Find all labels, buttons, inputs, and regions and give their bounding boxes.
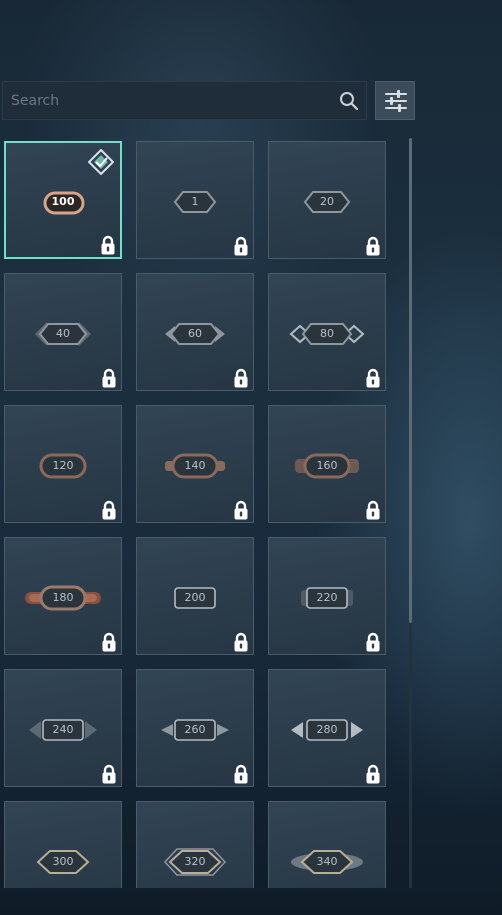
level-border-tile[interactable]: 340 — [268, 801, 386, 888]
level-border-tile[interactable]: 40 — [4, 273, 122, 391]
lock-icon — [102, 764, 116, 784]
level-border-tile[interactable]: 220 — [268, 537, 386, 655]
level-number: 300 — [52, 855, 74, 868]
level-border-tile[interactable]: 300 — [4, 801, 122, 888]
level-border-tile[interactable]: 120 — [4, 405, 122, 523]
lock-icon — [234, 500, 248, 520]
level-border-tile[interactable]: 280 — [268, 669, 386, 787]
level-border-tile[interactable]: 260 — [136, 669, 254, 787]
level-number: 260 — [184, 723, 206, 736]
search-icon[interactable] — [339, 91, 359, 111]
scrollbar-thumb[interactable] — [409, 138, 412, 623]
level-number: 280 — [316, 723, 338, 736]
lock-icon — [234, 632, 248, 652]
level-number: 340 — [316, 855, 338, 868]
lock-icon — [234, 764, 248, 784]
level-border-tile[interactable]: 100 — [4, 141, 122, 259]
lock-icon — [366, 764, 380, 784]
level-number: 120 — [52, 459, 74, 472]
equipped-icon — [88, 149, 114, 175]
filter-button[interactable] — [375, 81, 415, 120]
level-number: 40 — [56, 327, 70, 340]
scrollbar[interactable] — [409, 138, 412, 888]
level-border-tile[interactable]: 180 — [4, 537, 122, 655]
level-number: 220 — [316, 591, 338, 604]
level-number: 160 — [316, 459, 338, 472]
level-number: 20 — [320, 195, 334, 208]
search-input[interactable] — [3, 82, 323, 119]
lock-icon — [102, 500, 116, 520]
lock-icon — [366, 500, 380, 520]
level-border-tile[interactable]: 240 — [4, 669, 122, 787]
level-number: 140 — [184, 459, 206, 472]
level-number: 100 — [51, 195, 75, 208]
lock-icon — [366, 632, 380, 652]
level-number: 80 — [320, 327, 334, 340]
level-border-tile[interactable]: 1 — [136, 141, 254, 259]
level-border-tile[interactable]: 80 — [268, 273, 386, 391]
level-number: 240 — [52, 723, 74, 736]
lock-icon — [366, 368, 380, 388]
level-border-tile[interactable]: 60 — [136, 273, 254, 391]
lock-icon — [102, 632, 116, 652]
level-number: 200 — [184, 591, 206, 604]
level-number: 1 — [191, 195, 199, 208]
level-border-tile[interactable]: 140 — [136, 405, 254, 523]
level-number: 180 — [52, 591, 74, 604]
level-number: 320 — [184, 855, 206, 868]
card-grid: 100 1 20 40 60 80 120 140 160 180 200 220 240 260 280 3… — [0, 138, 402, 888]
level-border-tile[interactable]: 320 — [136, 801, 254, 888]
lock-icon — [366, 236, 380, 256]
lock-icon — [234, 368, 248, 388]
lock-icon — [102, 368, 116, 388]
lock-icon — [101, 235, 115, 255]
search-bar — [2, 81, 367, 120]
level-number: 60 — [188, 327, 202, 340]
level-border-tile[interactable]: 20 — [268, 141, 386, 259]
lock-icon — [234, 236, 248, 256]
level-border-tile[interactable]: 160 — [268, 405, 386, 523]
level-border-tile[interactable]: 200 — [136, 537, 254, 655]
sliders-icon — [385, 90, 407, 112]
